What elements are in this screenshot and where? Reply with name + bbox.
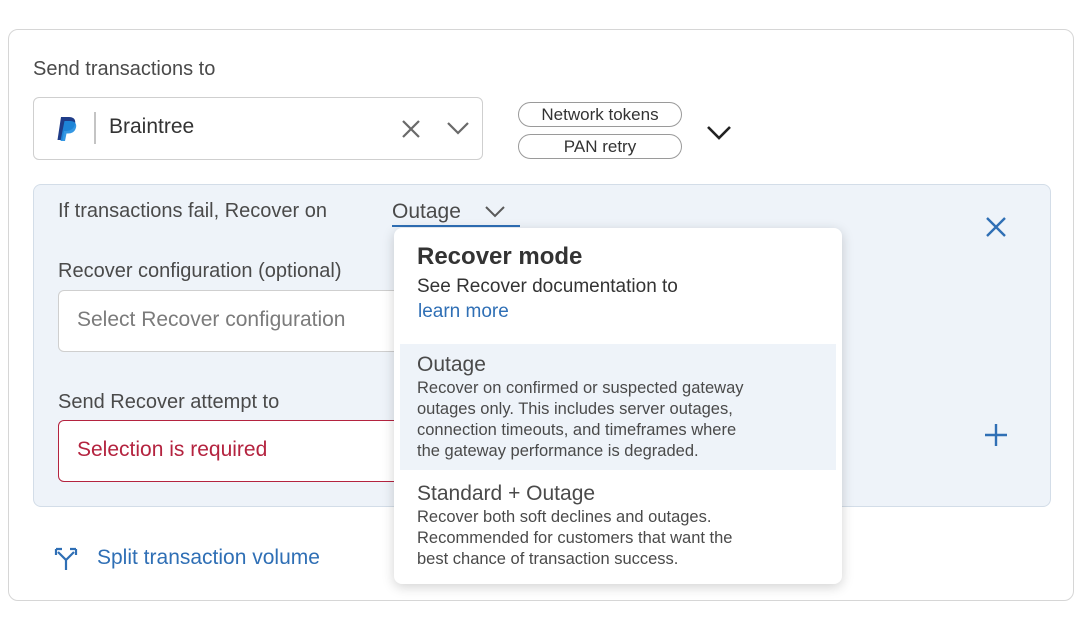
select-divider <box>94 112 96 144</box>
recover-attempt-error: Selection is required <box>77 438 268 461</box>
option-desc-line: Recover both soft declines and outages. <box>417 508 712 526</box>
clear-icon[interactable] <box>400 118 422 140</box>
recover-mode-dropdown: Recover mode See Recover documentation t… <box>394 228 842 584</box>
gateway-select[interactable]: Braintree <box>33 97 483 160</box>
chevron-down-icon <box>485 206 505 218</box>
option-desc-line: Recommended for customers that want the <box>417 529 733 547</box>
option-title: Outage <box>417 353 486 376</box>
gateway-select-value: Braintree <box>109 115 195 138</box>
chip-network-tokens: Network tokens <box>518 102 682 127</box>
option-desc-line: the gateway performance is degraded. <box>417 442 699 460</box>
option-desc-line: outages only. This includes server outag… <box>417 400 733 418</box>
dropdown-subtitle: See Recover documentation to <box>417 276 678 297</box>
recover-config-placeholder: Select Recover configuration <box>77 308 346 331</box>
add-icon[interactable] <box>984 423 1008 447</box>
option-standard-outage[interactable]: Standard + Outage Recover both soft decl… <box>400 473 836 578</box>
paypal-icon <box>57 117 77 141</box>
recover-config-label: Recover configuration (optional) <box>58 260 342 282</box>
recover-fail-label: If transactions fail, Recover on <box>58 200 328 222</box>
recover-config-select[interactable]: Select Recover configuration <box>58 290 418 352</box>
close-icon[interactable] <box>984 215 1008 239</box>
option-desc-line: Recover on confirmed or suspected gatewa… <box>417 379 744 397</box>
option-title: Standard + Outage <box>417 482 596 505</box>
recover-attempt-label: Send Recover attempt to <box>58 391 280 413</box>
chip-pan-retry: PAN retry <box>518 134 682 159</box>
option-desc-line: connection timeouts, and timeframes wher… <box>417 421 737 439</box>
split-icon <box>54 547 78 570</box>
dropdown-title: Recover mode <box>417 243 583 270</box>
recover-mode-value: Outage <box>392 200 461 223</box>
option-desc-line: best chance of transaction success. <box>417 550 679 568</box>
option-outage[interactable]: Outage Recover on confirmed or suspected… <box>400 344 836 470</box>
recover-attempt-select[interactable]: Selection is required <box>58 420 418 482</box>
learn-more-link[interactable]: learn more <box>418 301 509 323</box>
send-transactions-label: Send transactions to <box>33 58 216 80</box>
recover-mode-trigger[interactable]: Outage <box>392 200 520 227</box>
expand-chevron-icon[interactable] <box>706 124 732 140</box>
split-transaction-link[interactable]: Split transaction volume <box>97 546 320 570</box>
chevron-down-icon[interactable] <box>446 120 470 136</box>
